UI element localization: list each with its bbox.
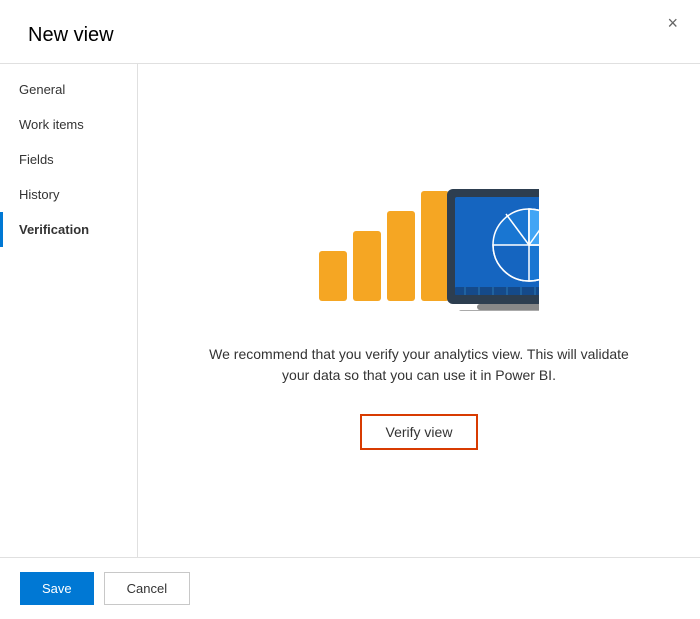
verification-description: We recommend that you verify your analyt… [209,344,629,386]
verify-view-button[interactable]: Verify view [360,414,479,450]
dialog-body: General Work items Fields History Verifi… [0,64,700,557]
analytics-illustration [299,171,539,316]
sidebar: General Work items Fields History Verifi… [0,64,138,557]
sidebar-item-work-items[interactable]: Work items [0,107,137,142]
sidebar-item-history[interactable]: History [0,177,137,212]
close-icon: × [667,13,678,33]
sidebar-item-verification[interactable]: Verification [0,212,137,247]
cancel-button[interactable]: Cancel [104,572,190,605]
save-button[interactable]: Save [20,572,94,605]
sidebar-item-general[interactable]: General [0,72,137,107]
close-button[interactable]: × [661,12,684,34]
main-content: We recommend that you verify your analyt… [138,64,700,557]
sidebar-item-fields[interactable]: Fields [0,142,137,177]
dialog-footer: Save Cancel [0,557,700,619]
dialog-title: New view [0,0,700,64]
